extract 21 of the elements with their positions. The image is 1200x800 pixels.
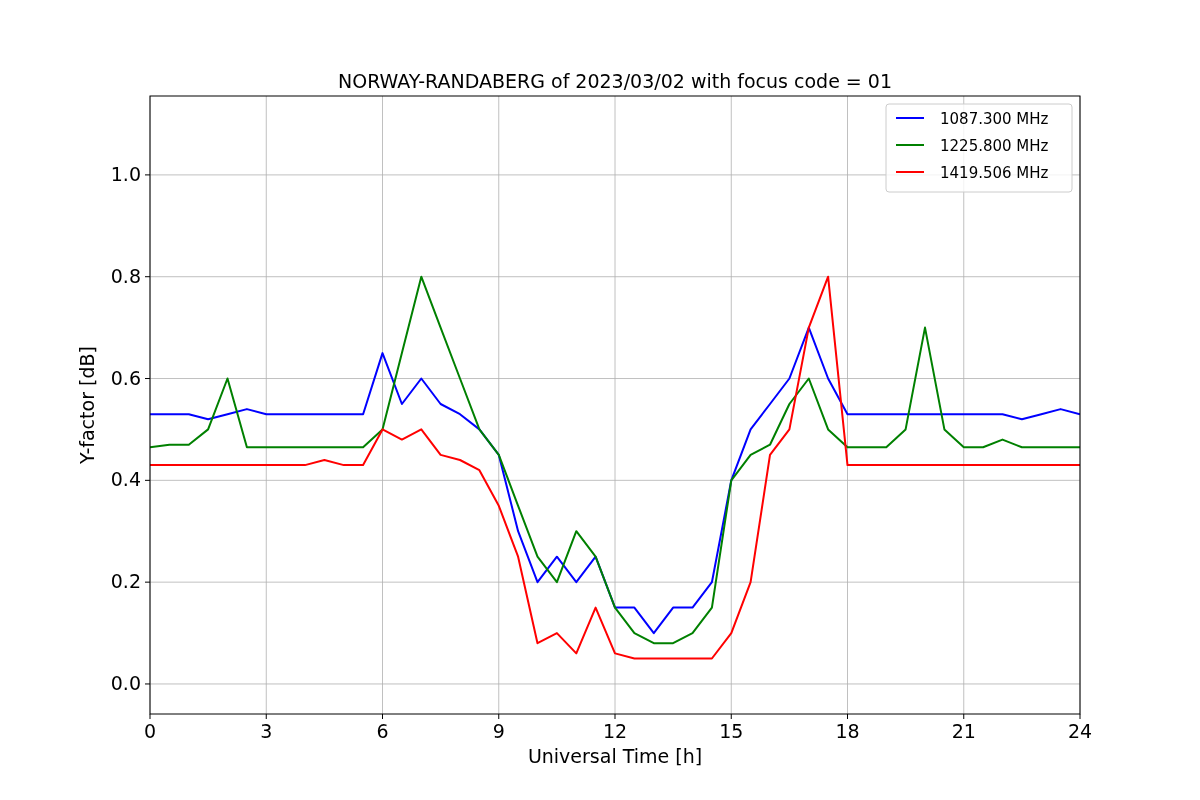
x-tick-label: 9 [492, 720, 505, 742]
x-tick-label: 0 [143, 720, 157, 742]
y-tick-label: 0.2 [110, 570, 141, 593]
x-tick-label: 18 [835, 720, 860, 742]
legend-label: 1225.800 MHz [940, 137, 1049, 155]
legend-label: 1087.300 MHz [940, 110, 1049, 128]
y-tick-label: 0.0 [110, 671, 141, 694]
x-tick-label: 6 [376, 720, 389, 742]
legend-label: 1419.506 MHz [940, 164, 1049, 182]
y-tick-label: 0.4 [110, 468, 141, 491]
x-tick-label: 21 [951, 720, 976, 742]
x-tick-label: 12 [602, 720, 628, 742]
y-tick-label: 0.8 [110, 264, 141, 287]
y-axis-label: Y-factor [dB] [76, 346, 98, 464]
chart-title: NORWAY-RANDABERG of 2023/03/02 with focus code = 01 [338, 70, 892, 92]
x-axis-label: Universal Time [h] [527, 745, 703, 767]
y-tick-label: 0.6 [110, 366, 141, 389]
y-tick-label: 1.0 [110, 162, 141, 185]
x-tick-label: 15 [719, 720, 744, 742]
x-tick-label: 24 [1067, 720, 1093, 742]
x-tick-label: 3 [260, 720, 273, 742]
